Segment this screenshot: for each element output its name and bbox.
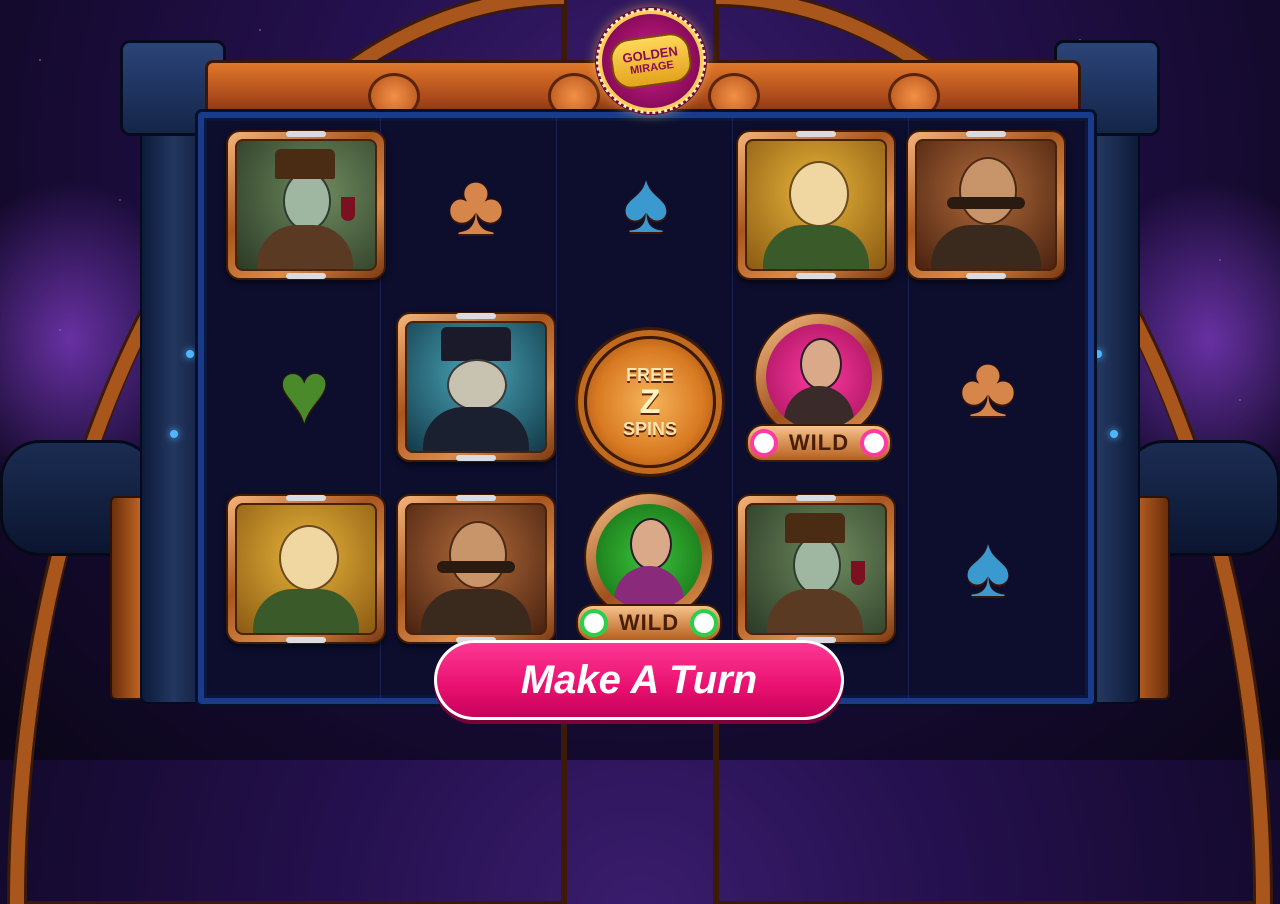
cat-coat — [763, 225, 869, 269]
wild-label: WILD — [618, 610, 680, 635]
wild-lady-pink-icon: WILD — [742, 312, 892, 462]
spade-glyph: ♠ — [623, 155, 669, 251]
robot-coat — [257, 225, 353, 269]
frame-rivet — [286, 273, 326, 279]
baron-head — [959, 157, 1017, 225]
robot-head — [283, 171, 331, 231]
wild-background — [766, 324, 872, 430]
symbol-art — [405, 321, 547, 453]
robot-head — [793, 535, 841, 595]
club-glyph: ♣ — [447, 157, 505, 253]
plague-mask — [447, 359, 507, 411]
indicator-light — [186, 350, 194, 358]
mustache-baron-icon — [396, 494, 556, 644]
frame-rivet — [456, 313, 496, 319]
wine-glass — [341, 197, 355, 221]
green-gem-icon — [584, 613, 604, 633]
indicator-light — [1110, 430, 1118, 438]
indicator-light — [170, 430, 178, 438]
spade-glyph: ♠ — [965, 519, 1011, 615]
robot-coat — [767, 589, 863, 633]
top-hat — [441, 327, 511, 361]
spade-suit-icon: ♠ — [606, 158, 686, 248]
wild-ring — [754, 312, 884, 442]
frame-rivet — [966, 131, 1006, 137]
doctor-coat — [423, 407, 529, 451]
lady-head — [630, 518, 672, 570]
club-suit-icon: ♣ — [436, 160, 516, 250]
wine-glass — [851, 561, 865, 585]
frame-rivet — [456, 455, 496, 461]
pink-gem-icon — [864, 433, 884, 453]
plague-doctor-icon — [396, 312, 556, 462]
top-hat — [785, 513, 845, 543]
free-spins-icon: FREE Z SPINS — [584, 336, 716, 468]
symbol-art — [235, 139, 377, 271]
wild-plate: WILD — [576, 604, 722, 642]
wild-plate: WILD — [746, 424, 892, 462]
frame-rivet — [796, 273, 836, 279]
mustache — [437, 561, 515, 573]
wild-background — [596, 504, 702, 610]
reel-divider — [556, 118, 557, 698]
mustache-baron-icon — [906, 130, 1066, 280]
heart-glyph: ♥ — [278, 345, 330, 441]
frame-rivet — [796, 131, 836, 137]
reel-divider — [732, 118, 733, 698]
frame-rivet — [286, 495, 326, 501]
frame-rivet — [966, 273, 1006, 279]
wild-ring — [584, 492, 714, 622]
wild-lady-green-icon: WILD — [572, 492, 722, 642]
green-gem-icon — [694, 613, 714, 633]
symbol-art — [405, 503, 547, 635]
lady-head — [800, 338, 842, 390]
cat-head — [789, 161, 849, 227]
make-a-turn-button[interactable]: Make A Turn — [434, 640, 844, 720]
wild-label: WILD — [788, 430, 850, 455]
frame-rivet — [286, 131, 326, 137]
baron-uniform — [931, 225, 1041, 269]
cat-coat — [253, 589, 359, 633]
spade-suit-icon: ♠ — [948, 522, 1028, 612]
robot-gentleman-icon — [736, 494, 896, 644]
sphynx-cat-icon — [226, 494, 386, 644]
indicator-light — [1094, 350, 1102, 358]
heart-suit-icon: ♥ — [264, 348, 344, 438]
free-spins-mid: Z — [639, 383, 661, 421]
make-a-turn-label: Make A Turn — [520, 657, 758, 702]
symbol-art — [915, 139, 1057, 271]
club-suit-icon: ♣ — [948, 342, 1028, 432]
mustache — [947, 197, 1025, 209]
robot-gentleman-icon — [226, 130, 386, 280]
sphynx-cat-icon — [736, 130, 896, 280]
baron-head — [449, 521, 507, 589]
golden-mirage-logo: GOLDEN MIRAGE — [596, 8, 706, 114]
baron-uniform — [421, 589, 531, 633]
club-glyph: ♣ — [959, 339, 1017, 435]
frame-rivet — [796, 495, 836, 501]
top-hat — [275, 149, 335, 179]
symbol-art — [235, 503, 377, 635]
free-spins-bottom: SPINS — [622, 419, 678, 439]
cat-head — [279, 525, 339, 591]
symbol-art — [745, 503, 887, 635]
symbol-art — [745, 139, 887, 271]
frame-rivet — [456, 495, 496, 501]
pink-gem-icon — [754, 433, 774, 453]
frame-rivet — [286, 637, 326, 643]
free-spins-top: FREE — [625, 365, 674, 385]
